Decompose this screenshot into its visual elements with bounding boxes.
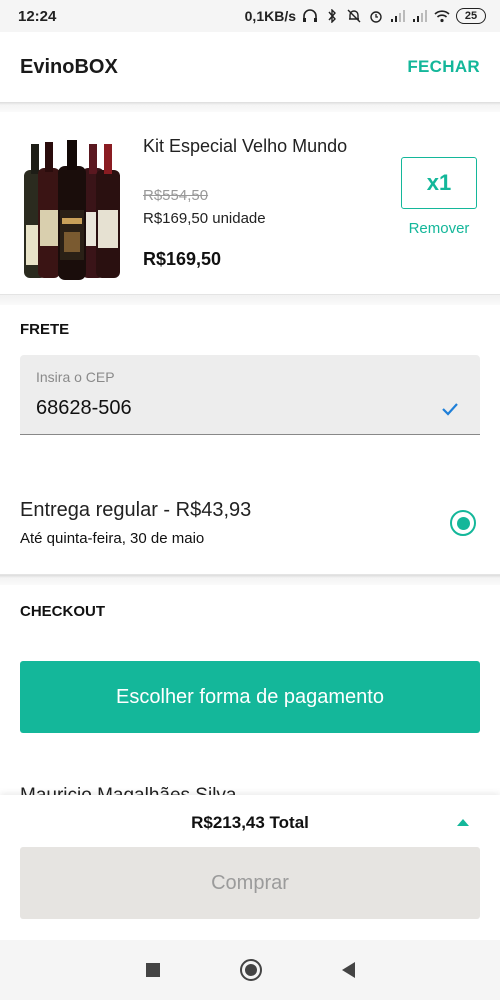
shipping-title: FRETE: [20, 321, 70, 338]
buy-button[interactable]: Comprar: [20, 847, 480, 919]
checkout-section: CHECKOUT Escolher forma de pagamento Mau…: [0, 585, 500, 795]
shipping-section: FRETE Insira o CEP 68628-506 Entrega reg…: [0, 305, 500, 575]
app-header: EvinoBOX FECHAR: [0, 32, 500, 102]
product-old-price: R$554,50: [143, 187, 209, 204]
product-unit-price: R$169,50 unidade: [143, 210, 266, 227]
expand-summary-icon[interactable]: [457, 819, 469, 826]
status-time: 12:24: [18, 7, 57, 25]
recent-apps-icon[interactable]: [145, 963, 160, 977]
bluetooth-icon: [328, 9, 336, 23]
wifi-icon: [434, 10, 450, 23]
product-total-price: R$169,50: [143, 249, 222, 269]
cart-item: Kit Especial Velho Mundo R$554,50 R$169,…: [0, 112, 500, 295]
delivery-option-label[interactable]: Entrega regular - R$43,93: [20, 499, 251, 522]
divider: [0, 102, 500, 112]
status-bar: 12:24 0,1KB/s 25: [0, 0, 500, 32]
close-button[interactable]: FECHAR: [407, 57, 480, 77]
cep-input[interactable]: 68628-506: [36, 397, 132, 420]
back-icon[interactable]: [341, 962, 355, 978]
order-footer: R$213,43 Total Comprar: [0, 795, 500, 940]
system-nav-bar: [0, 940, 500, 1000]
delivery-date: Até quinta-feira, 30 de maio: [20, 530, 205, 547]
cep-label: Insira o CEP: [36, 369, 115, 385]
choose-payment-button[interactable]: Escolher forma de pagamento: [20, 661, 480, 733]
divider: [0, 575, 500, 585]
app-title: EvinoBOX: [20, 55, 118, 78]
divider: [0, 295, 500, 305]
quantity-button[interactable]: x1: [401, 157, 477, 209]
delivery-radio-selected[interactable]: [450, 510, 476, 536]
status-icons: 0,1KB/s 25: [245, 8, 486, 24]
headphones-icon: [303, 9, 317, 22]
alarm-icon: [370, 11, 382, 23]
order-total: R$213,43 Total: [191, 813, 309, 832]
cep-field[interactable]: Insira o CEP 68628-506: [20, 355, 480, 435]
customer-name-partial: Mauricio Magalhães Silva: [20, 785, 237, 795]
signal-icon: [413, 10, 427, 22]
battery-icon: 25: [456, 8, 486, 24]
remove-button[interactable]: Remover: [401, 220, 477, 237]
check-icon: [442, 403, 458, 416]
checkout-title: CHECKOUT: [20, 603, 105, 620]
wine-bottles-image: [24, 140, 120, 280]
signal-icon: [391, 10, 405, 22]
mute-icon: [347, 9, 361, 23]
network-speed: 0,1KB/s: [244, 8, 296, 24]
product-name: Kit Especial Velho Mundo: [143, 136, 348, 156]
home-icon[interactable]: [239, 959, 262, 981]
